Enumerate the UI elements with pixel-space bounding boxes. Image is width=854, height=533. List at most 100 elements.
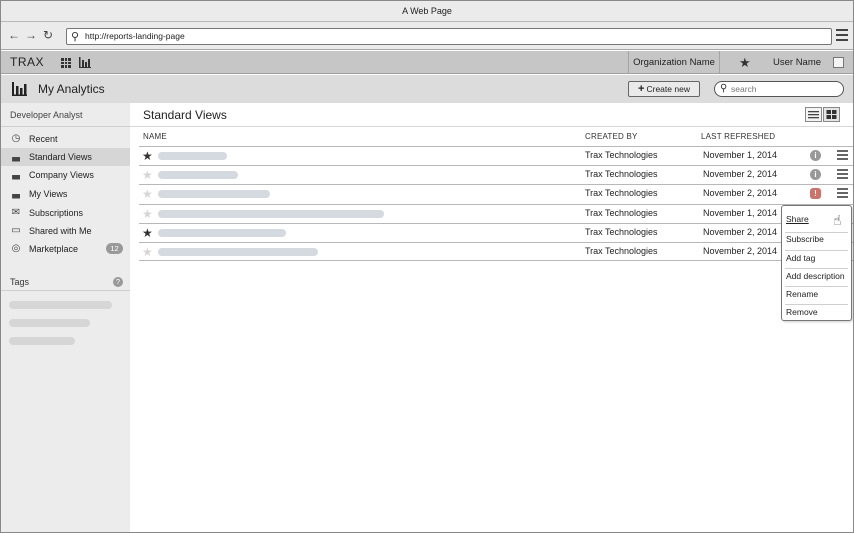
view-name[interactable] bbox=[158, 248, 318, 256]
hand-cursor-icon: ☝ bbox=[833, 212, 842, 228]
last-refreshed: November 2, 2014 bbox=[703, 188, 778, 198]
star-icon[interactable]: ★ bbox=[142, 187, 153, 201]
divider bbox=[785, 286, 848, 287]
menu-item-remove[interactable]: Remove bbox=[782, 307, 851, 317]
app-top-bar: TRAX Organization Name ★ User Name bbox=[1, 51, 853, 74]
alert-icon[interactable]: ! bbox=[810, 188, 821, 199]
bar-chart-icon: ▃ bbox=[12, 188, 20, 199]
reload-icon[interactable]: ↻ bbox=[43, 28, 53, 42]
sidebar-item-label: Marketplace bbox=[29, 244, 79, 254]
sidebar: Developer Analyst ◷ Recent ▃ Standard Vi… bbox=[1, 103, 130, 532]
sidebar-item-standard-views[interactable]: ▃ Standard Views bbox=[1, 148, 130, 166]
divider bbox=[785, 250, 848, 251]
envelope-icon: ✉ bbox=[11, 207, 21, 218]
last-refreshed: November 2, 2014 bbox=[703, 227, 778, 237]
analytics-icon[interactable] bbox=[79, 57, 91, 68]
menu-item-add-tag[interactable]: Add tag bbox=[782, 253, 851, 263]
search-box[interactable]: ⚲ bbox=[714, 81, 844, 97]
back-arrow-icon[interactable]: ← bbox=[8, 28, 20, 42]
browser-window: A Web Page ← → ↻ ⚲ http://reports-landin… bbox=[0, 0, 854, 533]
search-icon: ⚲ bbox=[720, 83, 728, 94]
sidebar-item-subscriptions[interactable]: ✉ Subscriptions bbox=[1, 204, 130, 222]
table-row[interactable]: ★ Trax Technologies November 1, 2014 i bbox=[139, 146, 853, 165]
list-icon bbox=[808, 111, 819, 119]
created-by: Trax Technologies bbox=[585, 246, 658, 256]
info-icon[interactable]: i bbox=[810, 150, 821, 161]
tile-view-toggle[interactable] bbox=[823, 107, 840, 122]
user-role: Developer Analyst bbox=[1, 103, 130, 127]
column-header-created-by[interactable]: CREATED BY bbox=[585, 132, 638, 141]
page-title: My Analytics bbox=[38, 82, 105, 96]
globe-icon: ◎ bbox=[11, 243, 21, 254]
divider bbox=[130, 126, 853, 127]
menu-item-add-description[interactable]: Add description bbox=[782, 271, 851, 281]
view-name[interactable] bbox=[158, 229, 286, 237]
user-avatar[interactable] bbox=[833, 57, 844, 68]
forward-arrow-icon[interactable]: → bbox=[25, 28, 37, 42]
table-row[interactable]: ★ Trax Technologies November 2, 2014 ! bbox=[139, 184, 853, 203]
row-menu-icon[interactable] bbox=[837, 169, 848, 180]
sidebar-item-label: My Views bbox=[29, 189, 68, 199]
create-new-label: Create new bbox=[646, 84, 690, 94]
menu-item-rename[interactable]: Rename bbox=[782, 289, 851, 299]
favorites-star-icon[interactable]: ★ bbox=[739, 55, 751, 71]
view-name[interactable] bbox=[158, 171, 238, 179]
apps-grid-icon[interactable] bbox=[61, 58, 71, 68]
list-view-toggle[interactable] bbox=[805, 107, 822, 122]
star-icon[interactable]: ★ bbox=[142, 245, 153, 259]
user-name[interactable]: User Name bbox=[773, 57, 821, 68]
sidebar-item-my-views[interactable]: ▃ My Views bbox=[1, 185, 130, 203]
created-by: Trax Technologies bbox=[585, 208, 658, 218]
view-name[interactable] bbox=[158, 152, 227, 160]
last-refreshed: November 1, 2014 bbox=[703, 208, 778, 218]
table-row[interactable]: ★ Trax Technologies November 2, 2014 bbox=[139, 223, 853, 242]
row-menu-icon[interactable] bbox=[837, 150, 848, 161]
bar-chart-icon: ▃ bbox=[12, 169, 20, 180]
sidebar-item-label: Standard Views bbox=[29, 152, 92, 162]
help-icon[interactable]: ? bbox=[113, 277, 123, 287]
clock-icon: ◷ bbox=[11, 133, 21, 144]
sidebar-item-shared-with-me[interactable]: ▭ Shared with Me bbox=[1, 222, 130, 240]
table-row[interactable]: ★ Trax Technologies November 1, 2014 bbox=[139, 204, 853, 223]
browser-menu-icon[interactable] bbox=[836, 29, 848, 43]
column-header-name[interactable]: NAME bbox=[143, 132, 167, 141]
brand-logo[interactable]: TRAX bbox=[10, 55, 44, 69]
url-text: http://reports-landing-page bbox=[85, 31, 185, 41]
browser-title: A Web Page bbox=[1, 1, 853, 22]
bar-chart-icon: ▃ bbox=[12, 151, 20, 162]
last-refreshed: November 2, 2014 bbox=[703, 169, 778, 179]
grid-icon bbox=[826, 110, 837, 119]
sidebar-item-label: Subscriptions bbox=[29, 208, 84, 218]
search-icon: ⚲ bbox=[71, 31, 80, 43]
view-name[interactable] bbox=[158, 190, 270, 198]
sidebar-item-recent[interactable]: ◷ Recent bbox=[1, 130, 130, 148]
sidebar-item-label: Recent bbox=[29, 134, 58, 144]
marketplace-count-badge: 12 bbox=[106, 243, 123, 254]
sidebar-item-label: Company Views bbox=[29, 170, 94, 180]
bar-chart-icon bbox=[12, 82, 27, 96]
star-icon[interactable]: ★ bbox=[142, 168, 153, 182]
info-icon[interactable]: i bbox=[810, 169, 821, 180]
create-new-button[interactable]: + Create new bbox=[628, 81, 700, 97]
menu-item-subscribe[interactable]: Subscribe bbox=[782, 234, 851, 244]
tag-item[interactable] bbox=[9, 301, 112, 309]
organization-name[interactable]: Organization Name bbox=[628, 51, 720, 74]
star-icon[interactable]: ★ bbox=[142, 226, 153, 240]
column-header-last-refreshed[interactable]: LAST REFRESHED bbox=[701, 132, 775, 141]
star-icon[interactable]: ★ bbox=[142, 149, 153, 163]
star-icon[interactable]: ★ bbox=[142, 207, 153, 221]
view-name[interactable] bbox=[158, 210, 384, 218]
tag-item[interactable] bbox=[9, 337, 75, 345]
sidebar-item-label: Shared with Me bbox=[29, 226, 92, 236]
sidebar-item-company-views[interactable]: ▃ Company Views bbox=[1, 166, 130, 184]
table-row[interactable]: ★ Trax Technologies November 2, 2014 i bbox=[139, 165, 853, 184]
table-row[interactable]: ★ Trax Technologies November 2, 2014 bbox=[139, 242, 853, 261]
inbox-icon: ▭ bbox=[11, 225, 21, 236]
url-field[interactable]: ⚲ http://reports-landing-page bbox=[66, 28, 832, 45]
row-menu-icon[interactable] bbox=[837, 188, 848, 199]
sidebar-item-marketplace[interactable]: ◎ Marketplace 12 bbox=[1, 240, 130, 258]
plus-icon: + bbox=[638, 83, 645, 95]
last-refreshed: November 2, 2014 bbox=[703, 246, 778, 256]
tag-item[interactable] bbox=[9, 319, 90, 327]
search-input[interactable] bbox=[731, 83, 839, 95]
